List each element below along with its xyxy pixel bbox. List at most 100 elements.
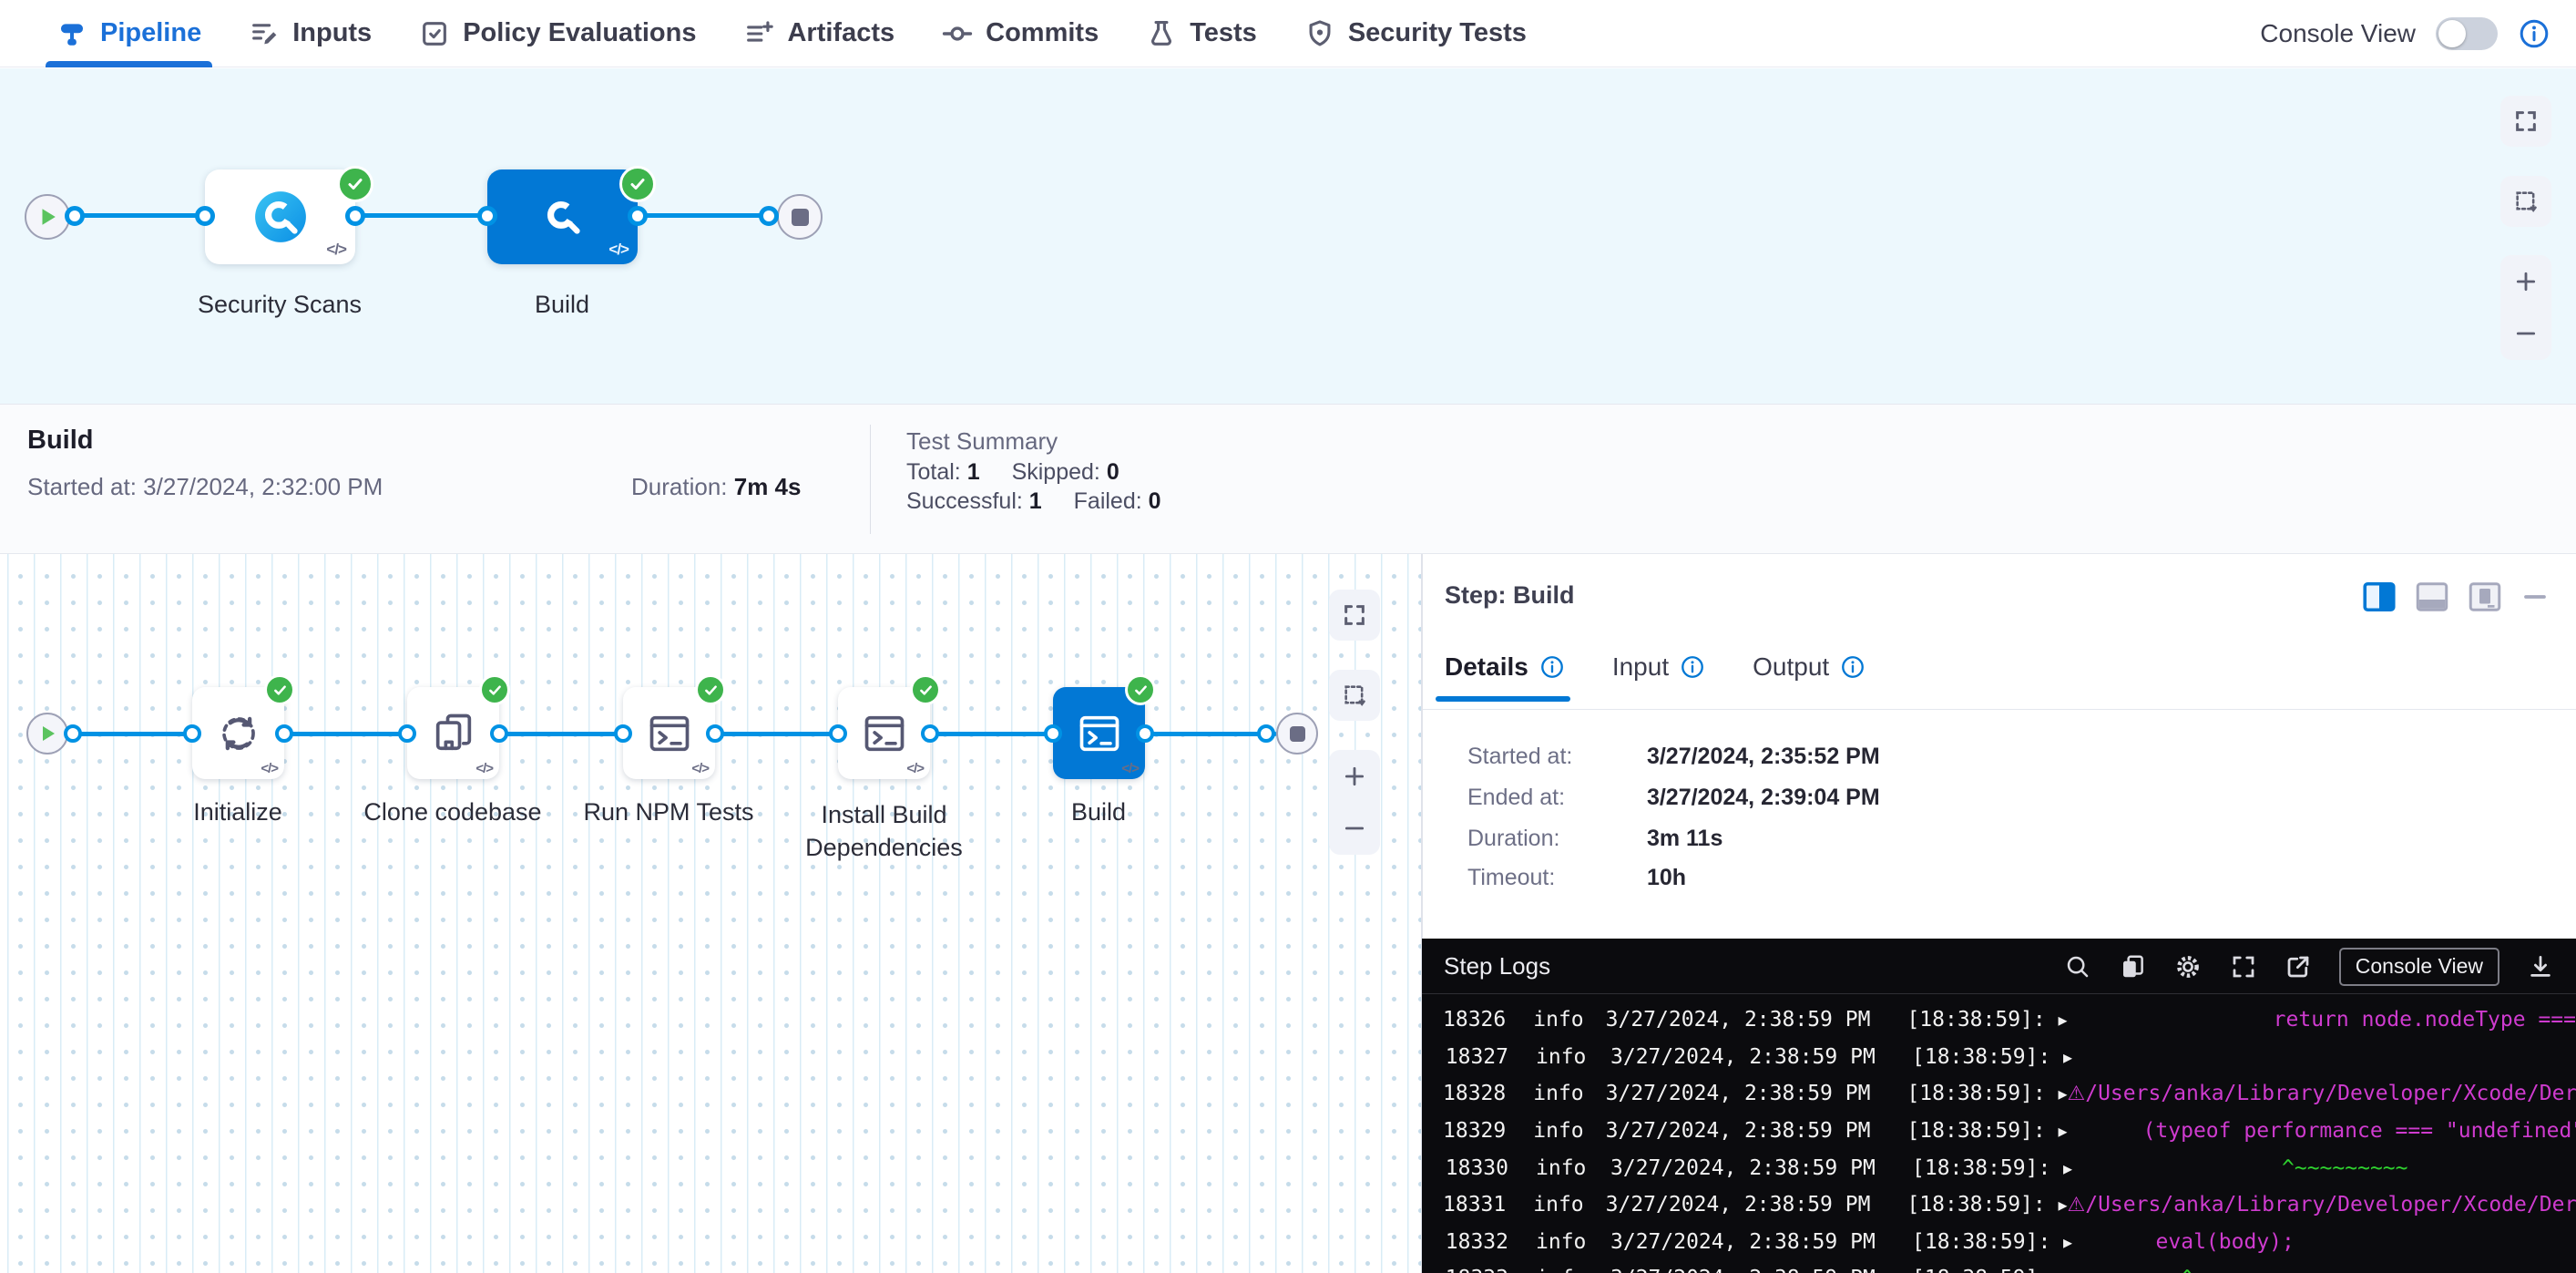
connector-port: [183, 724, 201, 743]
step-card-install-build-dependencies[interactable]: </>: [838, 687, 930, 779]
tab-pipeline[interactable]: Pipeline: [56, 0, 201, 67]
expand-arrow-icon[interactable]: ▸: [2058, 1120, 2067, 1142]
log-row[interactable]: 18330info3/27/2024, 2:38:59 PM[18:38:59]…: [1422, 1149, 2576, 1186]
info-icon[interactable]: [1680, 654, 1705, 680]
settings-icon[interactable]: [2173, 952, 2203, 981]
step-card-clone-codebase[interactable]: </>: [407, 687, 499, 779]
log-time: [18:38:59]:: [1906, 1082, 2045, 1105]
info-icon[interactable]: [1539, 654, 1565, 680]
warning-icon: ⚠: [2067, 1194, 2085, 1217]
step-label[interactable]: Build: [962, 798, 1235, 826]
security-scan-icon: [252, 189, 309, 245]
log-line-number: 18328: [1443, 1082, 1506, 1105]
connector-port: [1257, 724, 1275, 743]
fullscreen-button[interactable]: [2500, 96, 2551, 147]
info-icon[interactable]: [1840, 654, 1866, 680]
marquee-select-icon: [2513, 189, 2539, 214]
stage-card-security-scans[interactable]: </>: [205, 169, 355, 264]
expand-arrow-icon[interactable]: ▸: [2058, 1083, 2067, 1104]
connector-port: [628, 206, 648, 226]
log-row[interactable]: 18326info3/27/2024, 2:38:59 PM[18:38:59]…: [1422, 1001, 2576, 1039]
stage-summary-title: Build: [27, 426, 94, 456]
log-level: info: [1533, 1193, 1583, 1217]
download-icon[interactable]: [2527, 953, 2554, 980]
play-icon: [37, 207, 57, 227]
expand-arrow-icon[interactable]: ▸: [2063, 1157, 2081, 1179]
check-icon: [703, 683, 719, 698]
zoom-out-icon[interactable]: [1343, 816, 1366, 840]
expand-arrow-icon[interactable]: ▸: [2058, 1009, 2075, 1031]
check-icon: [1133, 683, 1149, 698]
tab-label: Details: [1445, 652, 1528, 682]
layout-split-right-icon[interactable]: [2363, 581, 2396, 612]
successful-value: 1: [1029, 488, 1042, 514]
layout-bottom-icon[interactable]: [2416, 581, 2448, 612]
success-badge: [1125, 674, 1156, 705]
expand-arrow-icon[interactable]: ▸: [2063, 1268, 2081, 1273]
layout-floating-icon[interactable]: [2469, 581, 2501, 612]
terminal-icon: [1076, 710, 1123, 757]
zoom-out-icon[interactable]: [2514, 322, 2538, 345]
step-logs-header: Step Logs Console View: [1422, 939, 2576, 994]
check-icon: [629, 175, 647, 193]
step-card-build[interactable]: </>: [1053, 687, 1145, 779]
tab-security-tests[interactable]: Security Tests: [1304, 0, 1527, 67]
skipped-value: 0: [1107, 459, 1119, 485]
success-badge: [910, 674, 941, 705]
log-level: info: [1533, 1008, 1583, 1032]
search-icon[interactable]: [2064, 953, 2091, 980]
tab-tests[interactable]: Tests: [1146, 0, 1257, 67]
minimize-icon[interactable]: [2521, 581, 2549, 612]
log-row[interactable]: 18331info3/27/2024, 2:38:59 PM[18:38:59]…: [1422, 1186, 2576, 1224]
log-row[interactable]: 18329info3/27/2024, 2:38:59 PM[18:38:59]…: [1422, 1113, 2576, 1150]
log-date: 3/27/2024, 2:38:59 PM: [1606, 1193, 1871, 1217]
test-summary-title: Test Summary: [906, 427, 1058, 456]
tab-label: Inputs: [292, 18, 372, 48]
fullscreen-icon[interactable]: [2230, 953, 2257, 980]
log-row[interactable]: 18327info3/27/2024, 2:38:59 PM[18:38:59]…: [1422, 1039, 2576, 1076]
check-icon: [918, 683, 934, 698]
duration-value: 7m 4s: [734, 473, 802, 500]
stage-label[interactable]: Build: [425, 291, 699, 319]
console-view-toggle[interactable]: [2436, 17, 2498, 50]
info-icon[interactable]: [2518, 17, 2550, 50]
stage-card-build[interactable]: </>: [487, 169, 638, 264]
step-panel-tabs: Details Input Output: [1445, 652, 1866, 702]
marquee-select-button[interactable]: [2500, 176, 2551, 227]
log-row[interactable]: 18332info3/27/2024, 2:38:59 PM[18:38:59]…: [1422, 1224, 2576, 1261]
pipeline-icon: [56, 18, 87, 49]
marquee-select-button[interactable]: [1329, 670, 1380, 721]
expand-arrow-icon[interactable]: ▸: [2063, 1046, 2081, 1068]
tab-artifacts[interactable]: Artifacts: [743, 0, 894, 67]
log-row[interactable]: 18328info3/27/2024, 2:38:59 PM[18:38:59]…: [1422, 1075, 2576, 1113]
fullscreen-button[interactable]: [1329, 590, 1380, 641]
log-level: info: [1536, 1156, 1589, 1180]
success-badge: [264, 674, 295, 705]
console-view-button[interactable]: Console View: [2339, 948, 2499, 986]
expand-arrow-icon[interactable]: ▸: [2063, 1231, 2081, 1253]
tab-input[interactable]: Input: [1612, 652, 1705, 702]
log-level: info: [1533, 1082, 1583, 1105]
expand-arrow-icon[interactable]: ▸: [2058, 1194, 2067, 1216]
zoom-in-icon[interactable]: [1343, 765, 1366, 788]
tab-commits[interactable]: Commits: [942, 0, 1099, 67]
step-card-run-npm-tests[interactable]: </>: [623, 687, 715, 779]
step-graph-canvas: </> </> </> </>: [0, 554, 1422, 1273]
tab-output[interactable]: Output: [1753, 652, 1866, 702]
security-scan-icon: [535, 189, 591, 245]
open-in-new-icon[interactable]: [2285, 953, 2312, 980]
tab-policy-evaluations[interactable]: Policy Evaluations: [419, 0, 696, 67]
tab-details[interactable]: Details: [1445, 652, 1565, 702]
step-card-initialize[interactable]: </>: [192, 687, 284, 779]
stage-label[interactable]: Security Scans: [143, 291, 416, 319]
step-end-node: [1276, 713, 1318, 755]
zoom-in-icon[interactable]: [2514, 270, 2538, 293]
tab-inputs[interactable]: Inputs: [249, 0, 372, 67]
copy-icon[interactable]: [2119, 953, 2146, 980]
connector-port: [614, 724, 632, 743]
detail-label: Ended at:: [1467, 785, 1641, 811]
log-level: info: [1536, 1230, 1589, 1254]
tab-label: Input: [1612, 652, 1669, 682]
code-icon: </>: [608, 241, 629, 259]
log-row[interactable]: 18333info3/27/2024, 2:38:59 PM[18:38:59]…: [1422, 1260, 2576, 1273]
